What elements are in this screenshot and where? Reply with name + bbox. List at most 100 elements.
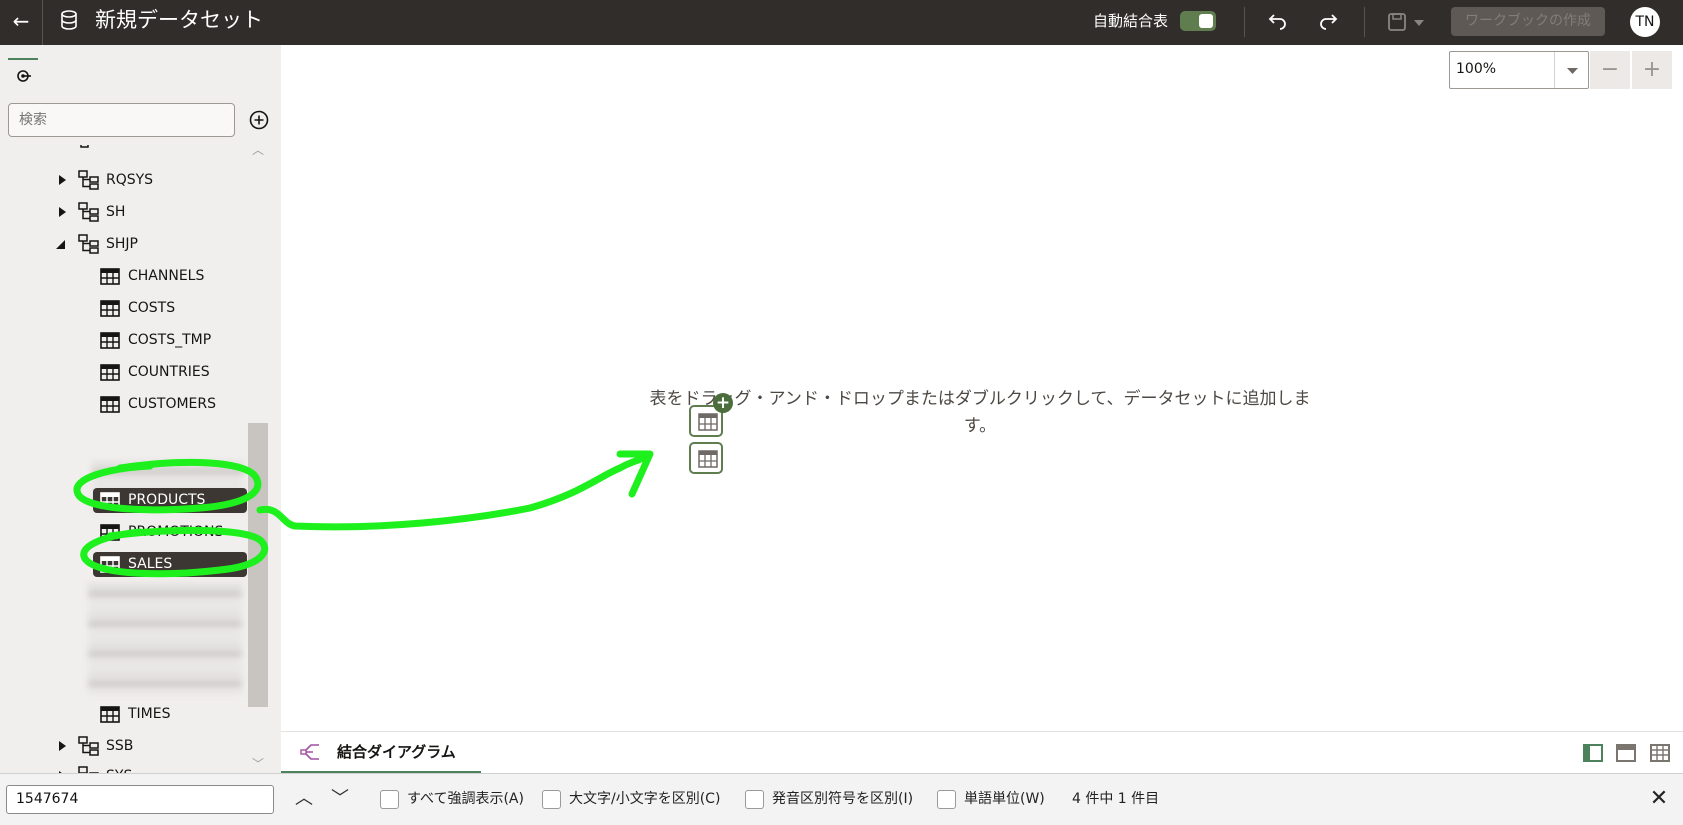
toggle-knob [1199,14,1213,28]
collapse-caret-icon[interactable] [54,238,66,250]
add-circle-icon[interactable] [248,109,270,131]
schema-label: SYS [106,761,132,773]
table-label: COSTS [128,300,176,316]
tree-schema-shjp[interactable]: SHJP [0,229,247,259]
hint-line-2: す。 [963,416,997,436]
bottom-tab-bar: 結合ダイアグラム [281,731,1683,774]
scroll-up-icon[interactable]: ︿ [250,141,266,157]
expand-caret-icon[interactable] [56,174,68,186]
tree-table-products[interactable]: PRODUCTS [0,485,247,515]
schema-label: SH [106,204,126,220]
schema-label: SHJP [106,236,138,252]
find-previous-icon[interactable]: ︿ [290,785,318,813]
tree-schema-rqsys[interactable]: RQSYS [0,165,247,195]
tree-table-costs[interactable]: COSTS [0,293,247,323]
empty-canvas-hint: 表をドラッグ・アンド・ドロップまたはダブルクリックして、データセットに追加しま … [630,386,1330,440]
table-icon [100,556,120,573]
data-panel: RQSYS SH SHJP CHANNELS COSTS COSTS_TMP [0,45,281,773]
scrollbar-thumb[interactable] [248,423,268,707]
close-icon[interactable]: ✕ [1645,785,1673,813]
autojoin-toggle[interactable] [1180,11,1216,31]
plus-badge-icon: + [713,393,733,413]
tree-schema-sys[interactable]: SYS [0,761,247,773]
database-icon [61,10,77,30]
table-label: CUSTOMERS [128,396,217,412]
tree-row-partial [0,145,247,165]
undo-icon[interactable] [1263,7,1293,37]
table-icon [100,268,120,285]
expand-caret-icon[interactable] [56,206,68,218]
top-bar: ← 新規データセット 自動結合表 ワークブックの作成 TN [0,0,1683,45]
zoom-in-button[interactable]: + [1632,51,1672,89]
find-input[interactable]: 1547674 [6,785,274,814]
expand-caret-icon[interactable] [56,740,68,752]
whole-words-label: 単語単位(W) [964,791,1045,807]
schema-icon [78,736,99,756]
grid-view-icon[interactable] [1650,744,1670,762]
highlight-all-checkbox[interactable] [380,790,399,809]
divider [1244,7,1245,37]
search-input[interactable] [8,103,235,137]
zoom-out-button[interactable]: − [1590,51,1630,89]
autojoin-label: 自動結合表 [1093,12,1169,30]
create-workbook-button[interactable]: ワークブックの作成 [1451,7,1605,36]
highlight-all-label: すべて強調表示(A) [407,791,524,807]
tree-table-customers[interactable]: CUSTOMERS [0,389,247,419]
tree-table-promotions[interactable]: PROMOTIONS [0,517,247,547]
tab-data[interactable] [8,58,38,88]
match-diacritics-label: 発音区別符号を区別(I) [772,791,914,807]
table-label: PRODUCTS [128,492,206,508]
scroll-down-icon[interactable]: ﹀ [250,755,266,771]
find-result-count: 4 件中 1 件目 [1072,791,1160,807]
redo-icon[interactable] [1313,7,1343,37]
table-icon [100,332,120,349]
schema-icon [78,234,99,254]
save-button[interactable] [1385,7,1429,37]
table-icon [100,364,120,381]
whole-words-checkbox[interactable] [937,790,956,809]
match-diacritics-checkbox[interactable] [745,790,764,809]
table-icon [100,706,120,723]
tab-join-diagram[interactable]: 結合ダイアグラム [281,732,481,774]
schema-icon [78,202,99,222]
table-drop-icon [689,442,723,474]
table-label: PROMOTIONS [128,524,224,540]
hint-line-1: 表をドラッグ・アンド・ドロップまたはダブルクリックして、データセットに追加しま [649,389,1311,409]
tree-table-sales[interactable]: SALES [0,549,247,579]
tree-schema-ssb[interactable]: SSB [0,731,247,761]
table-icon [100,524,120,541]
divider [42,0,43,45]
join-diagram-icon [300,744,319,760]
table-label: CHANNELS [128,268,205,284]
schema-icon [78,766,99,773]
connection-icon [17,70,31,82]
schema-icon [78,170,99,190]
table-label: SALES [128,556,173,572]
tab-label: 結合ダイアグラム [337,743,456,761]
schema-label: RQSYS [106,172,154,188]
find-next-icon[interactable]: ﹀ [326,785,354,813]
split-view-icon[interactable] [1583,744,1603,762]
tree-table-countries[interactable]: COUNTRIES [0,357,247,387]
zoom-select[interactable]: 100% [1449,51,1589,89]
table-icon [100,396,120,413]
tree-table-channels[interactable]: CHANNELS [0,261,247,291]
back-arrow-icon[interactable]: ← [8,8,34,34]
schema-tree: RQSYS SH SHJP CHANNELS COSTS COSTS_TMP C… [0,145,247,773]
diagram-view-icon[interactable] [1616,744,1636,762]
divider [1364,7,1365,37]
match-case-checkbox[interactable] [542,790,561,809]
table-label: TIMES [128,706,171,722]
schema-label: SSB [106,738,134,754]
blurred-rows [88,583,242,695]
zoom-value: 100% [1456,61,1497,77]
tree-table-costs-tmp[interactable]: COSTS_TMP [0,325,247,355]
chevron-down-icon[interactable] [1554,52,1589,88]
page-title: 新規データセット [95,8,263,32]
table-label: COUNTRIES [128,364,210,380]
match-case-label: 大文字/小文字を区別(C) [569,791,721,807]
table-icon [100,492,120,509]
tree-table-times[interactable]: TIMES [0,699,247,729]
tree-schema-sh[interactable]: SH [0,197,247,227]
user-avatar[interactable]: TN [1630,7,1660,37]
